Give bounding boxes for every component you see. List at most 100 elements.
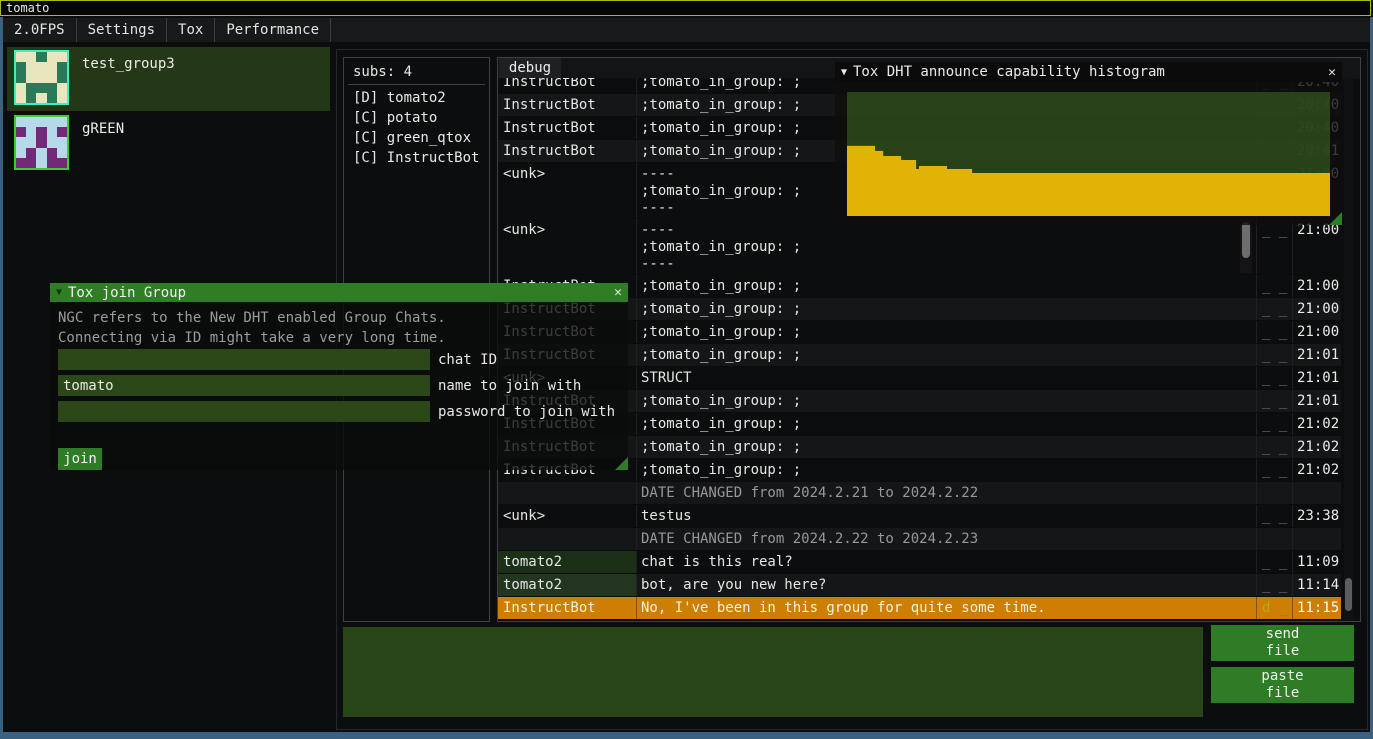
sender-name: tomato2 bbox=[498, 574, 637, 596]
menu-item-tox[interactable]: Tox bbox=[167, 18, 215, 42]
resize-grip[interactable] bbox=[1329, 212, 1342, 225]
join-window-body: NGC refers to the New DHT enabled Group … bbox=[50, 302, 628, 470]
sender-name: InstructBot bbox=[498, 94, 637, 116]
join-button[interactable]: join bbox=[58, 448, 102, 470]
resize-grip[interactable] bbox=[615, 457, 628, 470]
subs-member[interactable]: [D] tomato2 bbox=[353, 90, 446, 106]
cell-scrollbar-thumb[interactable] bbox=[1242, 222, 1250, 258]
message-row[interactable]: tomato2chat is this real?_ _11:09 bbox=[498, 550, 1341, 573]
join-field-password-to-join-with[interactable] bbox=[58, 401, 430, 422]
menu-bar: 2.0FPS SettingsToxPerformance bbox=[3, 18, 1370, 42]
message-row[interactable]: <unk>testus_ _23:38 bbox=[498, 504, 1341, 527]
delivery-flags: _ _ bbox=[1256, 321, 1292, 343]
delivery-flags: _ _ bbox=[1256, 413, 1292, 435]
histogram-window-title: Tox DHT announce capability histogram bbox=[853, 64, 1322, 80]
message-text: ;tomato_in_group: ; bbox=[637, 298, 1256, 320]
sender-name bbox=[498, 528, 637, 550]
message-timestamp: 21:01 bbox=[1292, 390, 1341, 412]
join-window-titlebar[interactable]: ▼ Tox join Group ✕ bbox=[50, 283, 628, 302]
menu-item-settings[interactable]: Settings bbox=[77, 18, 167, 42]
window-title-bar[interactable]: tomato bbox=[0, 0, 1371, 16]
message-row[interactable]: DATE CHANGED from 2024.2.21 to 2024.2.22 bbox=[498, 481, 1341, 504]
message-timestamp: 21:00 bbox=[1292, 219, 1341, 274]
join-field-label: chat ID bbox=[438, 352, 497, 368]
delivery-flags: _ _ bbox=[1256, 505, 1292, 527]
join-field-name-to-join-with[interactable] bbox=[58, 375, 430, 396]
delivery-flags: _ _ bbox=[1256, 219, 1292, 274]
join-description-line2: Connecting via ID might take a very long… bbox=[58, 330, 446, 346]
delivery-flags: _ _ bbox=[1256, 275, 1292, 297]
histogram-plot bbox=[847, 92, 1330, 216]
message-timestamp: 21:02 bbox=[1292, 413, 1341, 435]
chat-scrollbar-thumb[interactable] bbox=[1345, 578, 1352, 611]
message-text: ;tomato_in_group: ; bbox=[637, 436, 1256, 458]
delivery-flags bbox=[1256, 528, 1292, 550]
send-file-button[interactable]: send file bbox=[1211, 625, 1354, 661]
message-row[interactable]: tomato2bot, are you new here?_ _11:14 bbox=[498, 573, 1341, 596]
sender-name: InstructBot bbox=[498, 117, 637, 139]
join-group-window: NGC refers to the New DHT enabled Group … bbox=[50, 283, 628, 470]
collapse-icon[interactable]: ▼ bbox=[50, 287, 68, 298]
message-text: No, I've been in this group for quite so… bbox=[637, 597, 1256, 619]
menu-item-performance[interactable]: Performance bbox=[215, 18, 331, 42]
sender-name: InstructBot bbox=[498, 78, 637, 93]
message-timestamp: 21:02 bbox=[1292, 459, 1341, 481]
message-timestamp: 21:00 bbox=[1292, 321, 1341, 343]
window-title: tomato bbox=[6, 1, 49, 15]
sender-name: <unk> bbox=[498, 219, 637, 274]
join-field-chat-ID[interactable] bbox=[58, 349, 430, 370]
group-avatar bbox=[14, 50, 69, 105]
message-timestamp bbox=[1292, 482, 1341, 504]
delivery-flags: _ _ bbox=[1256, 436, 1292, 458]
sender-name: InstructBot bbox=[498, 597, 637, 619]
message-text: ;tomato_in_group: ; bbox=[637, 321, 1256, 343]
group-name: test_group3 bbox=[82, 56, 175, 72]
message-input[interactable] bbox=[343, 627, 1203, 717]
group-row-test_group3[interactable]: test_group3 bbox=[7, 47, 330, 111]
join-window-title: Tox join Group bbox=[68, 285, 608, 301]
message-row[interactable]: InstructBotNo, I've been in this group f… bbox=[498, 596, 1341, 619]
delivery-flags: _ _ bbox=[1256, 551, 1292, 573]
histogram-chart bbox=[847, 92, 1330, 216]
subs-member[interactable]: [C] green_qtox bbox=[353, 130, 471, 146]
message-text: ;tomato_in_group: ; bbox=[637, 459, 1256, 481]
delivery-flags: _ _ bbox=[1256, 574, 1292, 596]
sender-name: tomato2 bbox=[498, 551, 637, 573]
message-timestamp: 23:38 bbox=[1292, 505, 1341, 527]
sender-name: <unk> bbox=[498, 163, 637, 218]
message-text: STRUCT bbox=[637, 367, 1256, 389]
message-timestamp: 21:00 bbox=[1292, 298, 1341, 320]
message-text: ----;tomato_in_group: ;---- bbox=[637, 219, 1256, 274]
delivery-flags: _ _ bbox=[1256, 390, 1292, 412]
histogram-window: ▼ Tox DHT announce capability histogram … bbox=[835, 62, 1342, 225]
subs-count-label: subs: 4 bbox=[353, 64, 412, 80]
subs-member[interactable]: [C] potato bbox=[353, 110, 437, 126]
fps-counter: 2.0FPS bbox=[3, 18, 77, 42]
close-icon[interactable]: ✕ bbox=[1322, 65, 1342, 80]
paste-file-button[interactable]: paste file bbox=[1211, 667, 1354, 703]
message-timestamp: 21:00 bbox=[1292, 275, 1341, 297]
message-text: DATE CHANGED from 2024.2.22 to 2024.2.23 bbox=[637, 528, 1256, 550]
histogram-window-body bbox=[835, 82, 1342, 225]
window-border-bottom bbox=[0, 732, 1373, 739]
chat-scrollbar-track[interactable] bbox=[1344, 78, 1353, 621]
subs-member[interactable]: [C] InstructBot bbox=[353, 150, 479, 166]
window-border-left bbox=[0, 17, 3, 732]
message-timestamp: 21:01 bbox=[1292, 367, 1341, 389]
message-row[interactable]: DATE CHANGED from 2024.2.22 to 2024.2.23 bbox=[498, 527, 1341, 550]
join-field-label: name to join with bbox=[438, 378, 581, 394]
cell-scrollbar-track[interactable] bbox=[1240, 219, 1252, 273]
separator bbox=[348, 84, 485, 85]
group-row-gREEN[interactable]: gREEN bbox=[7, 112, 330, 176]
message-text: chat is this real? bbox=[637, 551, 1256, 573]
close-icon[interactable]: ✕ bbox=[608, 285, 628, 300]
app-window: tomato 2.0FPS SettingsToxPerformance tes… bbox=[0, 0, 1373, 739]
message-timestamp: 11:15 bbox=[1292, 597, 1341, 619]
message-text: ;tomato_in_group: ; bbox=[637, 390, 1256, 412]
collapse-icon[interactable]: ▼ bbox=[835, 67, 853, 78]
tab-debug[interactable]: debug bbox=[499, 58, 561, 79]
join-description-line1: NGC refers to the New DHT enabled Group … bbox=[58, 310, 446, 326]
message-row[interactable]: <unk>----;tomato_in_group: ;----_ _21:00 bbox=[498, 218, 1341, 274]
message-timestamp: 21:01 bbox=[1292, 344, 1341, 366]
histogram-window-titlebar[interactable]: ▼ Tox DHT announce capability histogram … bbox=[835, 62, 1342, 82]
